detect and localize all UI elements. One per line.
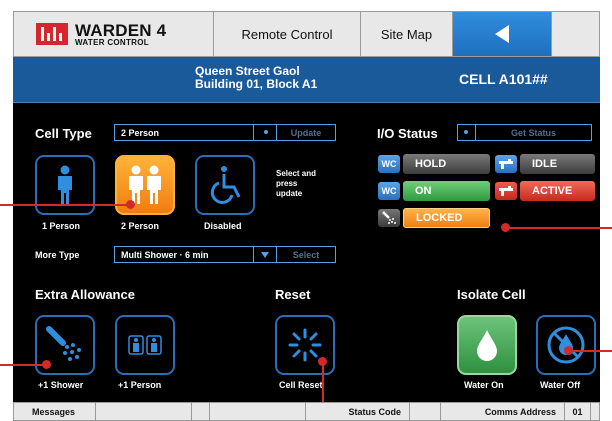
cell-type-title: Cell Type — [35, 126, 92, 141]
hint-line-2: press — [276, 179, 298, 188]
cell-reset-label: Cell Reset — [279, 380, 323, 390]
callout-marker — [126, 200, 135, 209]
water-on-button[interactable] — [457, 315, 517, 375]
status-bar: Messages Status Code Comms Address 01 — [13, 402, 600, 421]
callout-marker — [501, 223, 510, 232]
logo-subtitle: WATER CONTROL — [75, 37, 149, 47]
extra-allowance-title: Extra Allowance — [35, 287, 135, 302]
water-drop-icon — [477, 330, 497, 361]
comms-address-value: 01 — [565, 403, 591, 420]
status-idle: IDLE — [520, 154, 595, 174]
cell-reset-button[interactable] — [275, 315, 335, 375]
cell-type-disabled-option[interactable] — [195, 155, 255, 215]
extra-person-label: +1 Person — [118, 380, 162, 390]
tap-icon — [495, 155, 517, 173]
two-person-icon — [128, 335, 162, 355]
location-header: Queen Street Gaol Building 01, Block A1 … — [13, 57, 600, 103]
update-button[interactable]: Update — [277, 125, 335, 140]
status-code-value — [410, 403, 441, 420]
callout-marker — [318, 357, 327, 366]
update-hint: Select and press update — [276, 169, 316, 199]
shower-icon — [378, 209, 400, 227]
option-label-2-person: 2 Person — [121, 221, 160, 231]
shower-icon — [46, 326, 81, 361]
status-bar-slot — [96, 403, 192, 420]
chevron-down-icon — [261, 252, 269, 258]
callout-line — [0, 364, 47, 366]
callout-line — [506, 227, 612, 229]
get-status-button[interactable]: Get Status — [476, 125, 591, 140]
location-label: Queen Street Gaol Building 01, Block A1 — [195, 65, 317, 91]
status-on: ON — [403, 181, 490, 201]
status-hold: HOLD — [403, 154, 490, 174]
callout-line — [0, 204, 131, 206]
cell-control-panel: Queen Street Gaol Building 01, Block A1 … — [13, 57, 600, 402]
warden-logo-icon — [36, 23, 68, 45]
wc-icon: WC — [378, 182, 400, 200]
callout-line — [569, 350, 612, 352]
status-bar-slot — [210, 403, 306, 420]
back-button[interactable] — [453, 12, 552, 56]
reset-title: Reset — [275, 287, 311, 302]
person-icon — [58, 165, 72, 204]
status-locked: LOCKED — [403, 208, 490, 228]
extra-shower-label: +1 Shower — [38, 380, 84, 390]
cell-type-value: 2 Person — [121, 127, 160, 138]
messages-button[interactable]: Messages — [14, 403, 96, 420]
get-status-field[interactable]: Get Status — [457, 124, 592, 141]
site-map-button[interactable]: Site Map — [361, 12, 453, 56]
status-code-label: Status Code — [306, 403, 410, 420]
water-on-label: Water On — [464, 380, 504, 390]
reset-spinner-icon — [288, 328, 322, 362]
cell-type-field[interactable]: 2 Person Update — [114, 124, 336, 141]
logo-title: WARDEN 4 — [75, 20, 167, 40]
callout-marker — [564, 346, 573, 355]
remote-control-button[interactable]: Remote Control — [214, 12, 361, 56]
status-bar-slot — [192, 403, 210, 420]
brand-logo: WARDEN 4 WATER CONTROL — [14, 12, 214, 56]
comms-address-label: Comms Address — [441, 403, 565, 420]
location-line-2: Building 01, Block A1 — [195, 77, 318, 91]
water-off-icon — [547, 326, 585, 364]
cell-type-2-person-option[interactable] — [115, 155, 175, 215]
io-status-title: I/O Status — [377, 126, 438, 141]
cell-type-1-person-option[interactable] — [35, 155, 95, 215]
back-arrow-icon — [495, 25, 509, 43]
isolate-cell-title: Isolate Cell — [457, 287, 526, 302]
more-type-select[interactable]: Multi Shower · 6 min Select — [114, 246, 336, 263]
status-bar-slot — [591, 403, 599, 420]
water-off-label: Water Off — [540, 380, 581, 390]
option-label-disabled: Disabled — [204, 221, 242, 231]
cell-id: CELL A101## — [459, 71, 548, 87]
option-label-1-person: 1 Person — [42, 221, 81, 231]
two-person-icon — [129, 165, 161, 204]
top-navigation-bar: WARDEN 4 WATER CONTROL Remote Control Si… — [13, 11, 600, 57]
water-off-button[interactable] — [536, 315, 596, 375]
hint-line-3: update — [276, 189, 303, 198]
tap-icon — [495, 182, 517, 200]
wc-icon: WC — [378, 155, 400, 173]
callout-marker — [42, 360, 51, 369]
nav-empty-slot — [552, 12, 599, 56]
wheelchair-icon — [210, 166, 241, 204]
more-type-value: Multi Shower · 6 min — [121, 249, 209, 260]
more-type-label: More Type — [35, 250, 80, 260]
radio-dot-icon — [464, 130, 468, 134]
radio-dot-icon — [264, 130, 268, 134]
select-button[interactable]: Select — [277, 247, 335, 262]
extra-person-button[interactable] — [115, 315, 175, 375]
status-active: ACTIVE — [520, 181, 595, 201]
hint-line-1: Select and — [276, 169, 317, 178]
